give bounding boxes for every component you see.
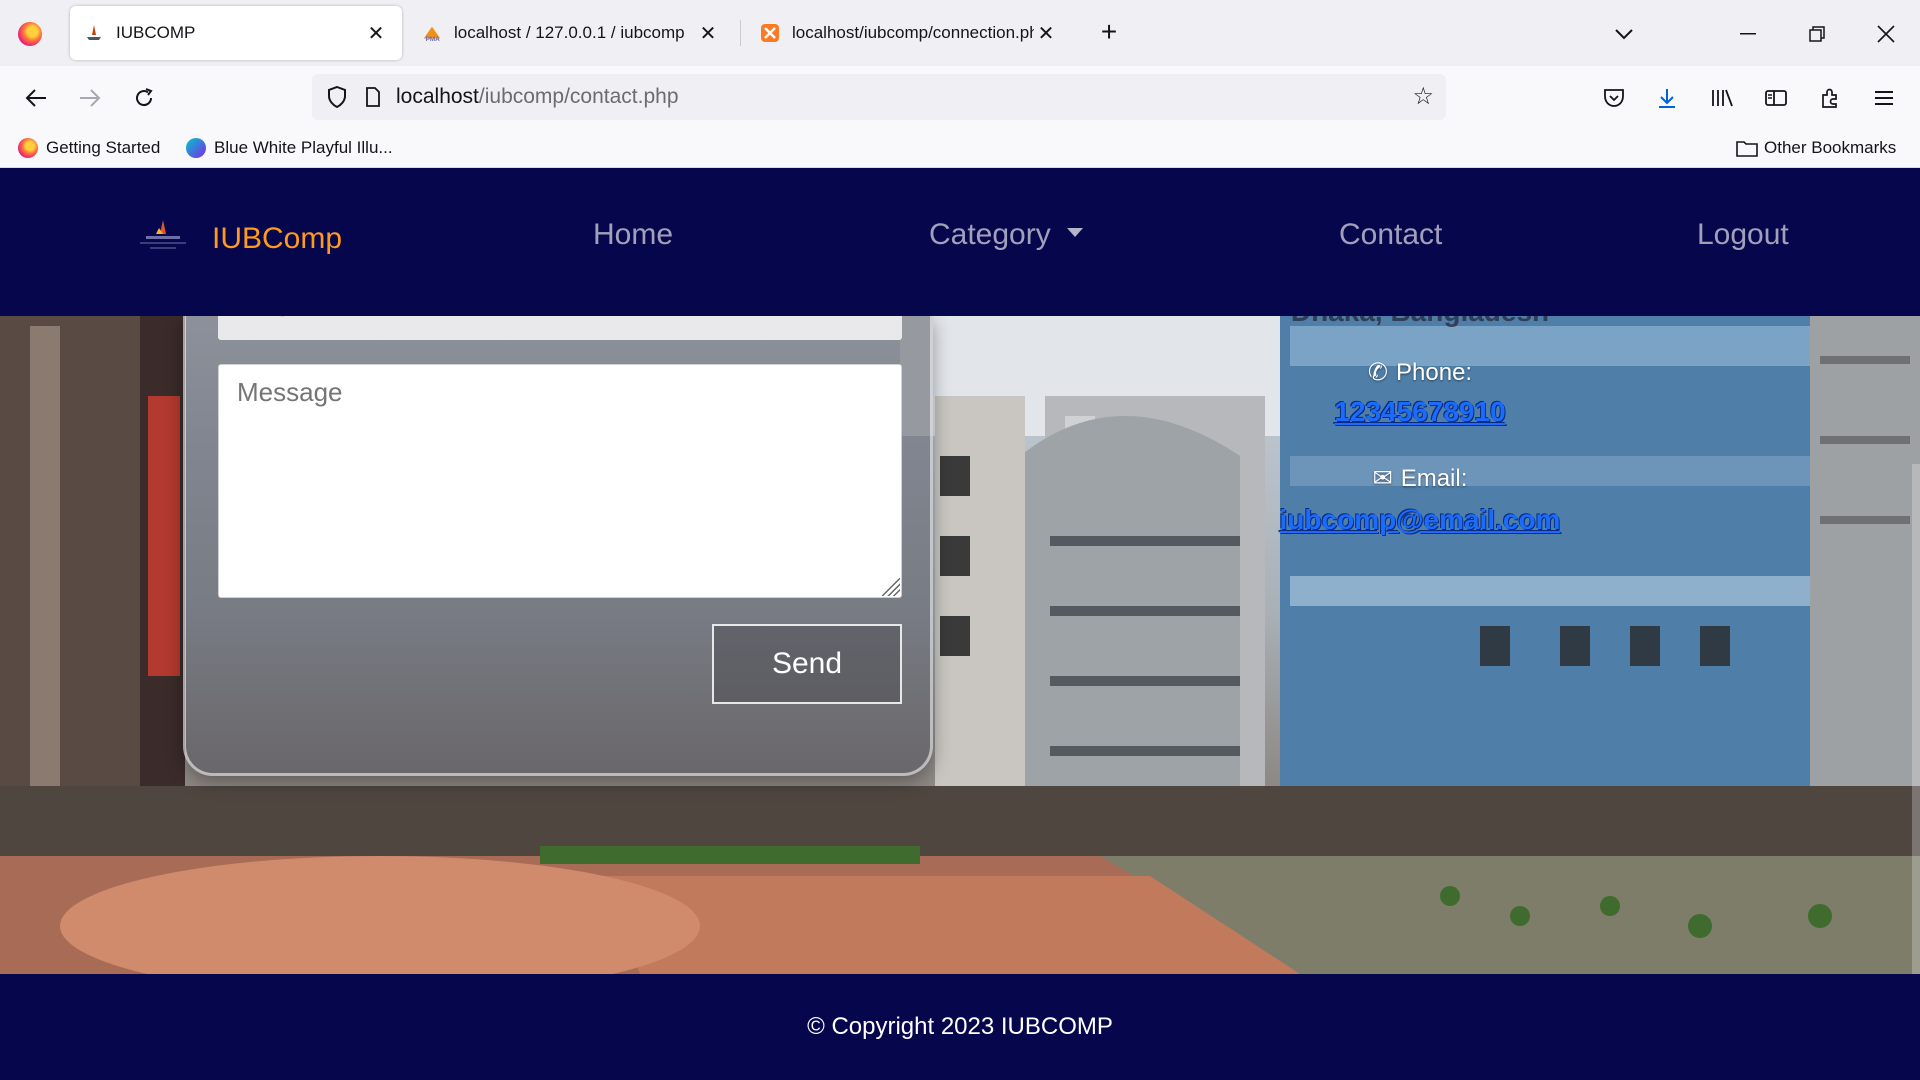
tab-phpmyadmin[interactable]: PMA localhost / 127.0.0.1 / iubcomp ✕ <box>408 6 734 60</box>
xampp-icon <box>760 23 780 43</box>
nav-category-dropdown[interactable]: Category <box>929 218 1083 252</box>
restore-button[interactable] <box>1797 14 1837 54</box>
campus-background-image: Email Send Dhaka, Bangladesh ✆Phone: 123… <box>0 316 1920 974</box>
reload-button[interactable] <box>124 78 164 118</box>
iub-brand-logo[interactable] <box>132 218 194 254</box>
new-tab-button[interactable]: + <box>1094 18 1124 46</box>
email-label: ✉ Email: <box>1372 465 1468 492</box>
address-line: Dhaka, Bangladesh <box>1220 316 1620 328</box>
site-footer: © Copyright 2023 IUBCOMP <box>0 974 1920 1080</box>
message-field[interactable] <box>218 364 902 598</box>
tracking-protection-shield-icon[interactable] <box>322 82 352 112</box>
phpmyadmin-icon: PMA <box>422 23 442 43</box>
page-scrollbar[interactable] <box>1912 464 1920 974</box>
firefox-icon <box>18 138 38 158</box>
nav-home[interactable]: Home <box>593 218 673 252</box>
close-tab-icon[interactable]: ✕ <box>364 21 388 45</box>
site-navbar: IUBComp Home Category Contact Logout <box>0 168 1920 316</box>
other-bookmarks[interactable]: Other Bookmarks <box>1736 134 1896 162</box>
library-icon[interactable] <box>1702 78 1742 118</box>
web-page: IUBComp Home Category Contact Logout Mes… <box>0 168 1920 1080</box>
browser-nav-bar: localhost/iubcomp/contact.php ☆ <box>0 66 1920 128</box>
phone-icon: ✆ <box>1367 359 1389 386</box>
page-info-icon[interactable] <box>358 82 388 112</box>
firefox-menu-icon[interactable] <box>18 22 42 46</box>
bookmark-blue-white[interactable]: Blue White Playful Illu... <box>186 134 393 162</box>
bookmarks-toolbar: Getting Started Blue White Playful Illu.… <box>0 128 1920 168</box>
copyright-text: © Copyright 2023 IUBCOMP <box>807 1013 1113 1040</box>
tab-iubcomp[interactable]: IUBCOMP ✕ <box>70 6 402 60</box>
canva-icon <box>186 138 206 158</box>
address-bar[interactable]: localhost/iubcomp/contact.php ☆ <box>312 74 1446 120</box>
minimize-button[interactable] <box>1728 14 1768 54</box>
list-all-tabs-icon[interactable] <box>1604 14 1644 54</box>
caret-down-icon <box>1066 227 1083 237</box>
url-text[interactable]: localhost/iubcomp/contact.php <box>396 85 679 109</box>
email-field[interactable]: Email <box>218 316 902 340</box>
tab-connection[interactable]: localhost/iubcomp/connection.php ✕ <box>746 6 1072 60</box>
phone-label: ✆ Phone: <box>1367 359 1473 386</box>
close-tab-icon[interactable]: ✕ <box>696 21 720 45</box>
close-tab-icon[interactable]: ✕ <box>1034 21 1058 45</box>
downloads-icon[interactable] <box>1647 78 1687 118</box>
envelope-icon: ✉ <box>1372 465 1393 492</box>
contact-form-card: Email Send <box>183 316 933 776</box>
bookmark-star-icon[interactable]: ☆ <box>1412 82 1434 111</box>
browser-tab-bar: IUBCOMP ✕ PMA localhost / 127.0.0.1 / iu… <box>0 0 1920 66</box>
iub-logo-icon <box>84 23 104 43</box>
forward-button[interactable] <box>70 78 110 118</box>
nav-contact[interactable]: Contact <box>1339 218 1442 252</box>
app-menu-icon[interactable] <box>1864 78 1904 118</box>
sidebar-icon[interactable] <box>1756 78 1796 118</box>
extensions-icon[interactable] <box>1810 78 1850 118</box>
contact-info-panel: Dhaka, Bangladesh ✆Phone: 12345678910 ✉E… <box>1220 316 1620 616</box>
pocket-icon[interactable] <box>1594 78 1634 118</box>
send-button[interactable]: Send <box>712 624 902 704</box>
close-window-button[interactable] <box>1866 14 1906 54</box>
back-button[interactable] <box>16 78 56 118</box>
email-link[interactable]: iubcomp@email.com <box>1220 504 1620 536</box>
svg-text:PMA: PMA <box>426 36 441 43</box>
brand-name[interactable]: IUBComp <box>212 222 342 256</box>
bookmark-getting-started[interactable]: Getting Started <box>18 134 160 162</box>
nav-logout[interactable]: Logout <box>1697 218 1789 252</box>
resize-handle-icon[interactable] <box>882 578 900 596</box>
phone-link[interactable]: 12345678910 <box>1220 396 1620 428</box>
folder-icon <box>1736 139 1758 157</box>
